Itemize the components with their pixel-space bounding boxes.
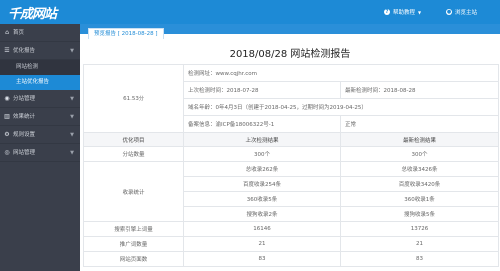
sidebar-item-home[interactable]: ⌂ 首页: [0, 24, 80, 42]
tab-preview-report[interactable]: 预览报告 [ 2018-08-28 ]: [88, 28, 164, 39]
table-row: 分站数量 300个 300个: [83, 146, 499, 162]
sidebar-item-optimization-report[interactable]: ☰ 优化报告 ▼: [0, 42, 80, 60]
user-icon: ●: [446, 9, 452, 15]
latest-value: 300个: [340, 146, 499, 162]
last-value: 83: [183, 251, 341, 267]
sidebar-item-rule-settings[interactable]: ⚙ 规则设置 ▼: [0, 126, 80, 144]
score-cell: 61.53分: [83, 64, 184, 133]
list-icon: ☰: [4, 47, 10, 54]
top-header: 千成网站 ? 帮助教程 ▼ ● 浏览主站: [0, 0, 500, 24]
sidebar-item-label: 首页: [13, 30, 25, 36]
latest-value: 总收录3426条: [340, 161, 499, 177]
domain-age: 域名年龄：0年4月3日（创建于2018-04-25，过期时间为2019-04-2…: [183, 98, 499, 116]
chevron-down-icon: ▼: [70, 150, 74, 156]
score-value: 61.53: [123, 96, 139, 102]
column-header: 最新检测结果: [340, 132, 499, 147]
latest-value: 13726: [340, 221, 499, 237]
browse-main-site-button[interactable]: ● 浏览主站: [446, 8, 477, 16]
location-icon: ◉: [4, 95, 10, 102]
sidebar: ⌂ 首页 ☰ 优化报告 ▼ 网站检测 主站优化报告 ◉ 分站管理 ▼ ▥ 效果统…: [0, 24, 80, 271]
latest-value: 百度收录3420条: [340, 176, 499, 192]
chevron-down-icon: ▼: [70, 48, 74, 54]
row-label: 搜索引擎上词量: [83, 221, 184, 237]
latest-value: 360收录1条: [340, 191, 499, 207]
sidebar-item-statistics[interactable]: ▥ 效果统计 ▼: [0, 108, 80, 126]
sidebar-item-branch-management[interactable]: ◉ 分站管理 ▼: [0, 90, 80, 108]
home-icon: ⌂: [5, 29, 9, 36]
sidebar-subitem-main-report[interactable]: 主站优化报告: [0, 75, 80, 90]
table-header-row: 优化项目 上次检测结果 最新检测结果: [83, 132, 499, 147]
last-value: 21: [183, 236, 341, 252]
report-table: 61.53分 检测网址：www.cqjhr.com 上次检测时间：2018-07…: [83, 64, 499, 267]
sidebar-item-site-management[interactable]: ◎ 网站管理 ▼: [0, 144, 80, 162]
column-header: 优化项目: [83, 132, 184, 147]
row-label: 推广词数量: [83, 236, 184, 252]
latest-value: 21: [340, 236, 499, 252]
last-value: 总收录262条: [183, 161, 341, 177]
help-icon: ?: [384, 9, 390, 15]
table-row: 搜索引擎上词量 16146 13726: [83, 221, 499, 237]
row-label: 收录统计: [83, 161, 184, 222]
sidebar-item-label: 效果统计: [13, 114, 36, 120]
sidebar-item-label: 网站管理: [13, 150, 36, 156]
last-check-time: 上次检测时间：2018-07-28: [183, 81, 341, 99]
column-header: 上次检测结果: [183, 132, 341, 147]
latest-value: 83: [340, 251, 499, 267]
sidebar-item-label: 规则设置: [13, 132, 36, 138]
chevron-down-icon: ▼: [70, 132, 74, 138]
table-row: 推广词数量 21 21: [83, 236, 499, 252]
row-label: 分站数量: [83, 146, 184, 162]
chart-icon: ▥: [4, 113, 10, 120]
sidebar-item-label: 分站管理: [13, 96, 36, 102]
last-value: 360收录5条: [183, 191, 341, 207]
gear-icon: ⚙: [4, 131, 10, 138]
site-url: 检测网址：www.cqjhr.com: [183, 64, 499, 82]
table-row: 网站页面数 83 83: [83, 251, 499, 267]
icp-status: 正常: [340, 115, 499, 133]
chevron-down-icon: ▼: [70, 96, 74, 102]
sidebar-item-label: 优化报告: [13, 48, 36, 54]
help-tutorial-button[interactable]: ? 帮助教程 ▼: [384, 8, 421, 16]
chevron-down-icon: ▼: [70, 114, 74, 120]
row-label: 网站页面数: [83, 251, 184, 267]
last-value: 百度收录254条: [183, 176, 341, 192]
sidebar-subitem-site-check[interactable]: 网站检测: [0, 60, 80, 75]
globe-icon: ◎: [4, 149, 10, 156]
site-label: 浏览主站: [455, 10, 478, 16]
score-unit: 分: [138, 96, 144, 102]
help-label: 帮助教程: [393, 10, 416, 16]
chevron-down-icon: ▼: [418, 9, 422, 15]
last-value: 300个: [183, 146, 341, 162]
last-value: 搜狗收录2条: [183, 206, 341, 222]
last-value: 16146: [183, 221, 341, 237]
icp-info: 备案信息：渝ICP备18006322号-1: [183, 115, 341, 133]
latest-value: 搜狗收录5条: [340, 206, 499, 222]
latest-check-time: 最新检测时间：2018-08-28: [340, 81, 499, 99]
logo: 千成网站: [8, 7, 57, 22]
report-title: 2018/08/28 网站检测报告: [229, 49, 351, 60]
main-content: 预览报告 [ 2018-08-28 ] 2018/08/28 网站检测报告 61…: [80, 24, 500, 271]
table-row: 收录统计 总收录262条 总收录3426条: [83, 161, 499, 222]
